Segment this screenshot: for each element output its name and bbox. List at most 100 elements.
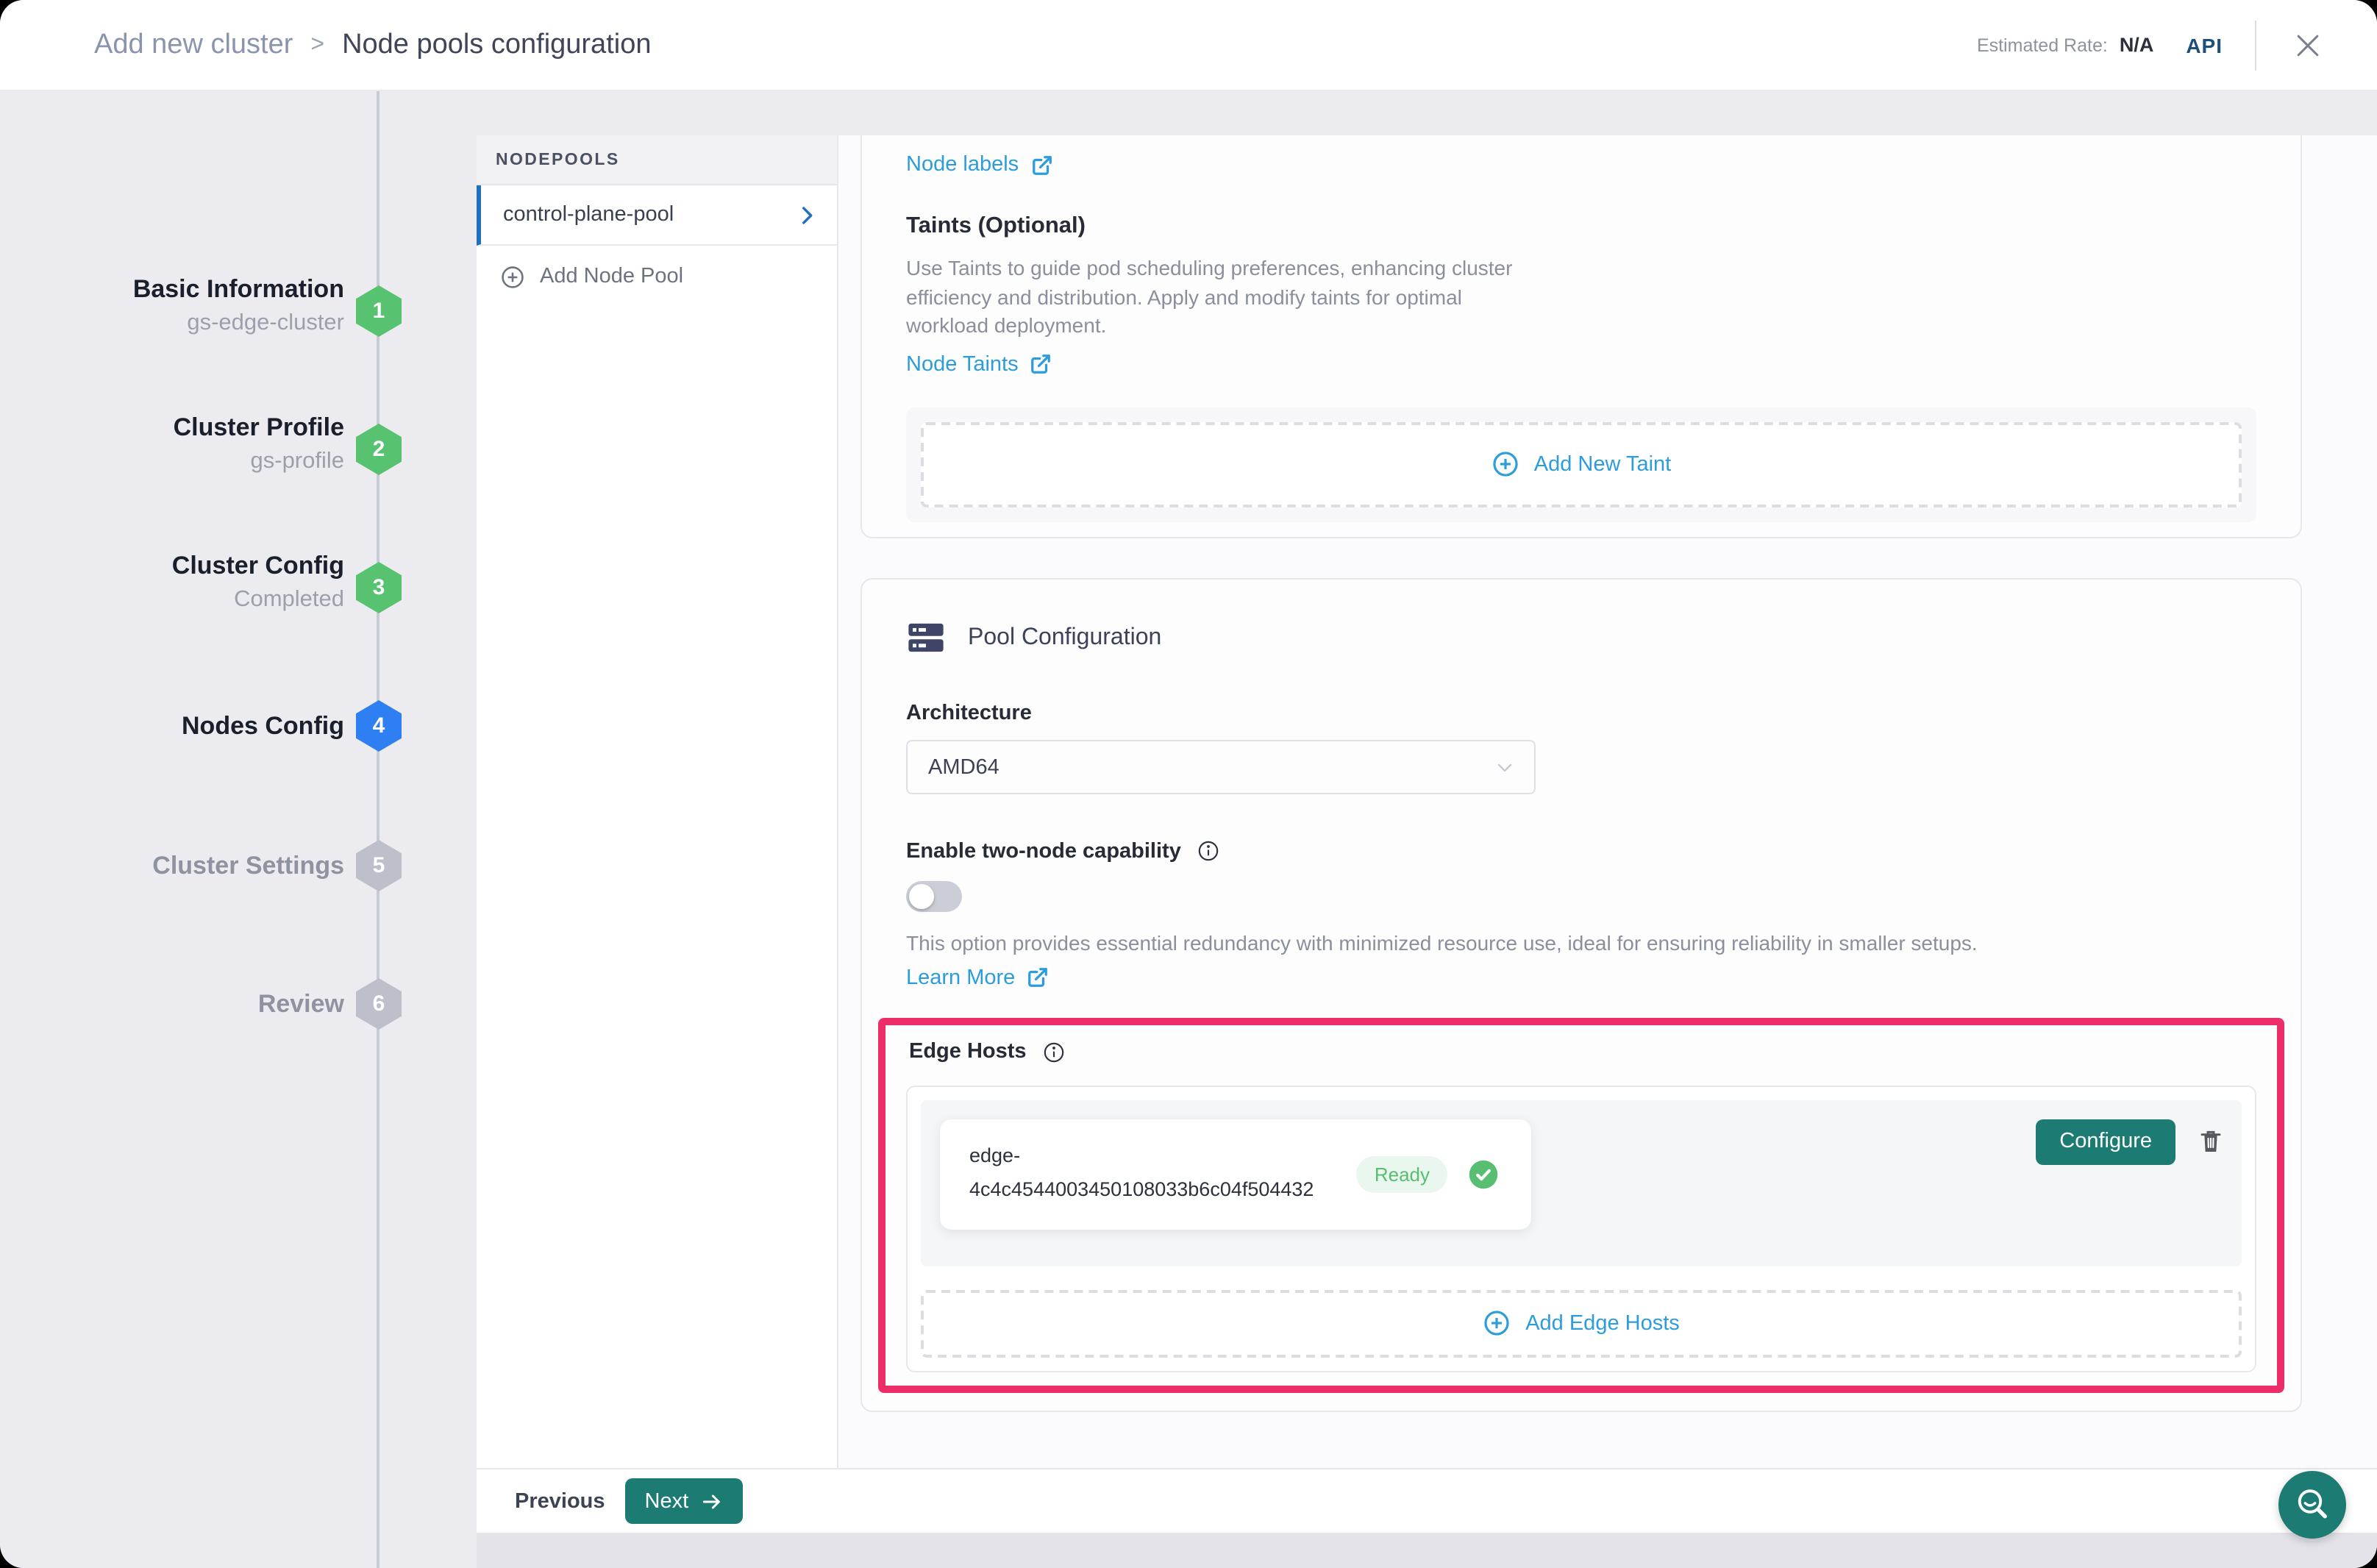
external-link-icon (1030, 154, 1052, 176)
step-number: 6 (373, 991, 385, 1016)
learn-more-label: Learn More (906, 966, 1015, 989)
edge-host-card[interactable]: edge- 4c4c4544003450108033b6c04f504432 R… (940, 1119, 1531, 1229)
stage: Add new cluster > Node pools configurati… (0, 0, 2377, 1568)
nodepools-header: NODEPOOLS (477, 135, 837, 185)
next-button-label: Next (645, 1489, 689, 1513)
step-badge: 6 (356, 978, 402, 1030)
external-link-icon (1027, 966, 1049, 988)
node-taints-link[interactable]: Node Taints (906, 353, 1052, 377)
two-node-toggle[interactable] (906, 881, 962, 912)
two-node-description: This option provides essential redundanc… (906, 930, 2256, 958)
status-badge: Ready (1357, 1155, 1447, 1192)
trash-icon[interactable] (2199, 1128, 2223, 1155)
wizard-footer: Previous Next (477, 1468, 2377, 1533)
api-button[interactable]: API (2186, 33, 2223, 57)
taints-list-container: Add New Taint (906, 407, 2256, 522)
estimated-rate: Estimated Rate: N/A (1977, 34, 2153, 56)
check-circle-icon (1468, 1158, 1499, 1189)
taints-description: Use Taints to guide pod scheduling prefe… (906, 254, 1531, 341)
step-number: 1 (373, 299, 385, 324)
node-labels-link-label: Node labels (906, 153, 1019, 177)
main-scroll-area: Node labels Taints (Optional) Use Taints… (838, 135, 2377, 1468)
toggle-knob (909, 884, 934, 909)
arrow-right-icon (700, 1489, 724, 1513)
wizard-stepper: Basic Information gs-edge-cluster 1 Clus… (0, 91, 477, 1568)
step-number: 4 (373, 713, 385, 738)
nodepool-item-control-plane-pool[interactable]: control-plane-pool (477, 185, 837, 246)
wizard-window: Add new cluster > Node pools configurati… (0, 0, 2377, 1568)
close-icon[interactable] (2289, 26, 2327, 64)
step-subtitle: Completed (21, 582, 344, 618)
step-number: 2 (373, 437, 385, 462)
taints-card: Node labels Taints (Optional) Use Taints… (860, 135, 2302, 538)
add-new-taint-label: Add New Taint (1534, 453, 1671, 477)
configure-button[interactable]: Configure (2036, 1119, 2175, 1164)
step-number: 5 (373, 853, 385, 878)
step-title: Basic Information (21, 274, 344, 306)
add-edge-hosts-button[interactable]: Add Edge Hosts (921, 1289, 2242, 1357)
nodepools-panel: NODEPOOLS control-plane-pool Add Node Po… (477, 135, 838, 1468)
edge-hosts-container: edge- 4c4c4544003450108033b6c04f504432 R… (906, 1085, 2256, 1372)
pool-configuration-header: Pool Configuration (906, 618, 2256, 658)
info-icon[interactable] (1041, 1039, 1066, 1064)
step-badge: 1 (356, 285, 402, 337)
learn-more-link[interactable]: Learn More (906, 966, 1049, 989)
plus-circle-icon (500, 264, 525, 289)
chevron-down-icon (1493, 755, 1517, 779)
step-title: Review (21, 988, 344, 1021)
info-icon[interactable] (1196, 838, 1221, 863)
nodepool-item-label: control-plane-pool (503, 203, 674, 227)
previous-button[interactable]: Previous (515, 1489, 605, 1513)
content: Basic Information gs-edge-cluster 1 Clus… (0, 91, 2377, 1568)
add-node-pool-button[interactable]: Add Node Pool (477, 246, 837, 307)
support-search-button[interactable] (2278, 1471, 2346, 1539)
breadcrumb-chevron-icon: > (310, 32, 324, 58)
step-title: Cluster Config (21, 550, 344, 582)
edge-host-row: edge- 4c4c4544003450108033b6c04f504432 R… (921, 1100, 2242, 1266)
add-new-taint-button[interactable]: Add New Taint (921, 422, 2242, 507)
architecture-value: AMD64 (928, 755, 999, 779)
architecture-select[interactable]: AMD64 (906, 740, 1536, 794)
bottom-strip (477, 1533, 2377, 1568)
step-number: 3 (373, 575, 385, 600)
edge-hosts-label-row: Edge Hosts (906, 1039, 2256, 1064)
estimated-rate-value: N/A (2120, 34, 2154, 56)
breadcrumb: Add new cluster > Node pools configurati… (94, 29, 651, 61)
plus-circle-icon (1492, 451, 1519, 479)
node-labels-link[interactable]: Node labels (906, 153, 1052, 177)
pool-configuration-card: Pool Configuration Architecture AMD64 En… (860, 578, 2302, 1412)
page-title: Node pools configuration (342, 29, 651, 61)
two-node-label-row: Enable two-node capability (906, 838, 2256, 863)
plus-circle-icon (1483, 1309, 1511, 1337)
edge-hosts-label: Edge Hosts (909, 1040, 1027, 1063)
step-title: Nodes Config (21, 710, 344, 743)
two-node-label: Enable two-node capability (906, 839, 1181, 863)
step-badge: 4 (356, 700, 402, 752)
header-actions: Estimated Rate: N/A API (1977, 20, 2327, 70)
step-title: Cluster Profile (21, 412, 344, 444)
server-stack-icon (906, 618, 946, 658)
step-badge: 3 (356, 562, 402, 613)
magnifier-smile-icon (2290, 1483, 2334, 1527)
node-taints-link-label: Node Taints (906, 353, 1019, 377)
taints-heading: Taints (Optional) (906, 213, 2256, 240)
header-divider (2255, 20, 2256, 70)
edge-hosts-highlighted-section: Edge Hosts edge- 4c4c4544003450108033b6c… (878, 1017, 2284, 1392)
add-edge-hosts-label: Add Edge Hosts (1525, 1311, 1680, 1335)
step-title: Cluster Settings (21, 850, 344, 883)
architecture-label: Architecture (906, 702, 2256, 725)
step-subtitle: gs-profile (21, 444, 344, 480)
edge-host-actions: Configure (2036, 1119, 2223, 1164)
edge-host-name-line2: 4c4c4544003450108033b6c04f504432 (969, 1174, 1336, 1208)
edge-host-name: edge- 4c4c4544003450108033b6c04f504432 (969, 1140, 1336, 1208)
step-badge: 2 (356, 424, 402, 475)
step-badge: 5 (356, 840, 402, 891)
chevron-right-icon (794, 202, 819, 227)
breadcrumb-add-new-cluster[interactable]: Add new cluster (94, 29, 293, 61)
external-link-icon (1030, 354, 1052, 376)
nodepools-header-label: NODEPOOLS (496, 151, 620, 168)
step-subtitle: gs-edge-cluster (21, 306, 344, 341)
estimated-rate-label: Estimated Rate: (1977, 35, 2108, 56)
edge-host-name-line1: edge- (969, 1140, 1336, 1174)
next-button[interactable]: Next (626, 1478, 744, 1524)
